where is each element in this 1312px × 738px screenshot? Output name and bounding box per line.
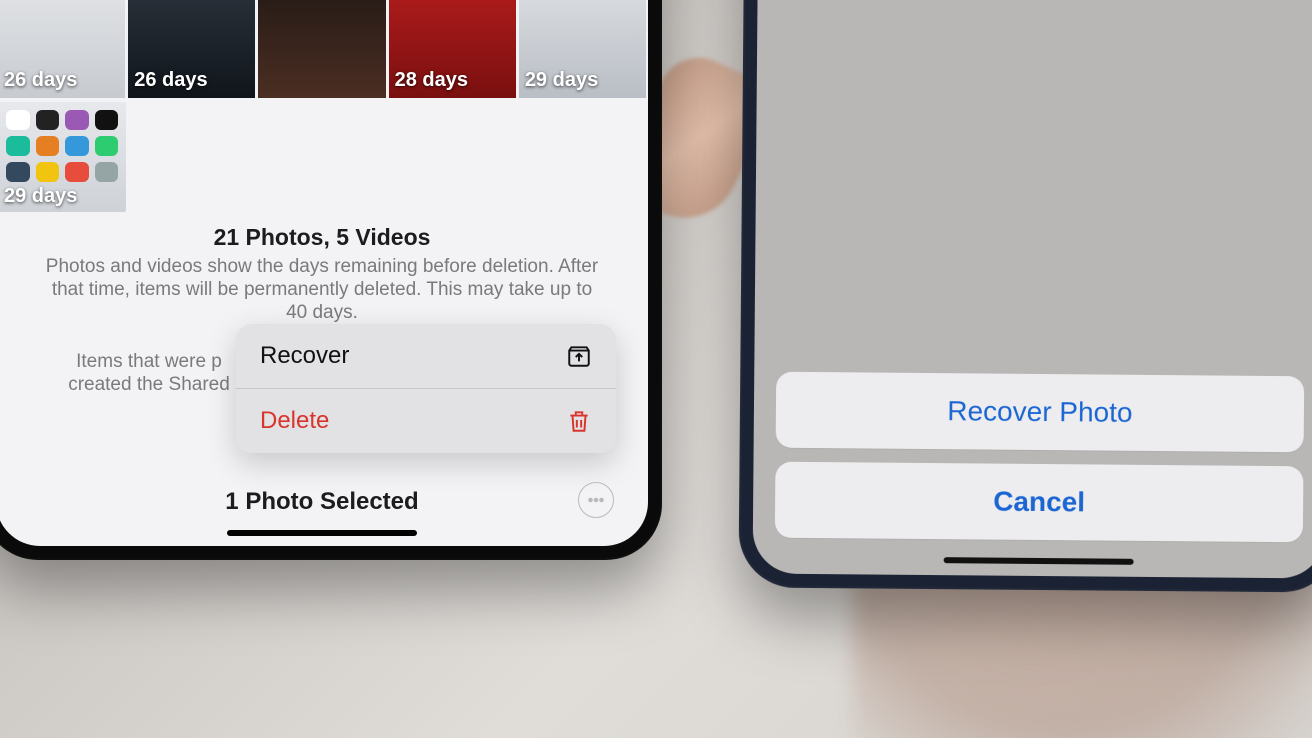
selection-count-label: 1 Photo Selected xyxy=(225,488,418,516)
recover-tray-icon xyxy=(566,343,592,369)
ellipsis-icon xyxy=(585,489,607,511)
days-remaining-label: 26 days xyxy=(128,63,213,98)
action-sheet: Recover Photo Cancel xyxy=(775,372,1304,543)
phone-right-device: Recover Photo Cancel xyxy=(738,0,1312,593)
photo-thumbnail[interactable]: 26 days xyxy=(0,0,125,98)
trash-icon xyxy=(566,408,592,434)
photo-thumbnail[interactable]: 29 days xyxy=(0,102,126,212)
context-menu: Recover Delete xyxy=(236,324,616,453)
days-remaining-label: 29 days xyxy=(4,185,77,208)
more-options-button[interactable] xyxy=(578,482,614,518)
thumbnail-row: 26 days 26 days 28 days 29 days xyxy=(0,0,648,98)
photo-thumbnail[interactable]: 28 days xyxy=(389,0,516,98)
cancel-button[interactable]: Cancel xyxy=(775,462,1304,543)
cancel-label: Cancel xyxy=(993,486,1085,519)
recover-photo-label: Recover Photo xyxy=(947,395,1132,429)
home-indicator xyxy=(944,557,1134,565)
album-explainer-text-partial: Items that were p created the Shared xyxy=(44,350,254,396)
album-explainer-text: Photos and videos show the days remainin… xyxy=(44,255,600,325)
days-remaining-label: 29 days xyxy=(519,63,604,98)
days-remaining-label xyxy=(258,86,270,98)
photo-thumbnail[interactable]: 26 days xyxy=(128,0,255,98)
photo-thumbnail[interactable] xyxy=(258,0,385,98)
recover-menu-item[interactable]: Recover xyxy=(236,324,616,388)
days-remaining-label: 26 days xyxy=(0,63,83,98)
delete-label: Delete xyxy=(260,407,329,435)
delete-menu-item[interactable]: Delete xyxy=(236,388,616,453)
days-remaining-label: 28 days xyxy=(389,63,474,98)
home-indicator xyxy=(227,530,417,536)
album-count-title: 21 Photos, 5 Videos xyxy=(44,224,600,251)
phone-right-screen: Recover Photo Cancel xyxy=(753,0,1312,578)
phone-left-device: 26 days 26 days 28 days 29 days xyxy=(0,0,662,560)
phone-left-screen: 26 days 26 days 28 days 29 days xyxy=(0,0,648,546)
recover-photo-button[interactable]: Recover Photo xyxy=(776,372,1305,453)
recover-label: Recover xyxy=(260,342,349,370)
photo-thumbnail[interactable]: 29 days xyxy=(519,0,646,98)
